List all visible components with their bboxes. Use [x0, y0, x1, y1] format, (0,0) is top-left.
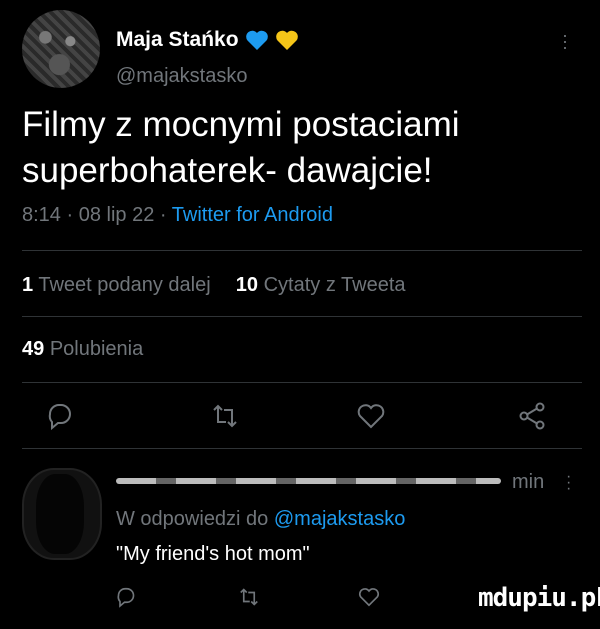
meta-separator: · — [66, 204, 74, 226]
retweet-icon — [213, 404, 237, 428]
scribble-overlay — [116, 478, 501, 484]
divider — [22, 316, 582, 317]
retweet-button[interactable] — [209, 400, 241, 432]
reply-like-button[interactable] — [357, 585, 381, 609]
engagement-stats-row: 1 Tweet podany dalej 10 Cytaty z Tweeta — [22, 274, 406, 297]
reply-reply-button[interactable] — [114, 585, 138, 609]
tweet-meta: 8:14 · 08 lip 22 · Twitter for Android — [22, 204, 333, 227]
meta-separator: · — [159, 204, 167, 226]
yellow-heart-icon — [275, 30, 298, 50]
heart-icon — [358, 588, 380, 607]
retweets-count: 1 — [22, 274, 34, 296]
replying-handle-link[interactable]: @majakstasko — [274, 508, 405, 530]
likes-count: 49 — [22, 338, 45, 360]
reply-retweet-button[interactable] — [237, 585, 261, 609]
heart-icon — [357, 404, 385, 429]
tweet-time: 8:14 — [22, 204, 61, 226]
divider — [22, 382, 582, 383]
likes-label: Polubienia — [49, 338, 144, 360]
replying-to-line: W odpowiedzi do @majakstasko — [116, 508, 405, 531]
tweet-action-bar — [0, 400, 600, 440]
quotes-label: Cytaty z Tweeta — [263, 274, 406, 296]
quotes-stat[interactable]: 10 Cytaty z Tweeta — [236, 274, 406, 296]
likes-stat[interactable]: 49 Polubienia — [22, 338, 143, 361]
share-button[interactable] — [516, 400, 548, 432]
quotes-count: 10 — [235, 274, 259, 296]
like-button[interactable] — [355, 400, 387, 432]
blue-heart-icon — [245, 30, 268, 50]
share-icon — [519, 402, 545, 430]
tweet-text: Filmy z mocnymi postaciami superbohatere… — [22, 105, 460, 190]
replying-prefix: W odpowiedzi do — [116, 508, 269, 530]
reply-text: "My friend's hot mom" — [116, 543, 310, 565]
retweet-icon — [240, 588, 258, 606]
retweets-stat[interactable]: 1 Tweet podany dalej — [22, 274, 211, 296]
reply-time[interactable]: min — [512, 471, 544, 494]
divider — [22, 448, 582, 449]
author-name[interactable]: Maja Stańko — [116, 28, 239, 52]
watermark: mdupiu.pL — [478, 583, 600, 613]
tweet-date: 08 lip 22 — [78, 204, 155, 226]
author-avatar[interactable] — [22, 10, 100, 88]
reply-author-name-obscured[interactable] — [116, 470, 506, 492]
more-options-icon[interactable]: · · · — [562, 26, 568, 56]
author-handle[interactable]: @majakstasko — [116, 65, 247, 88]
author-name-row[interactable]: Maja Stańko — [116, 28, 299, 52]
tweet-source-link[interactable]: Twitter for Android — [172, 204, 333, 226]
reply-button[interactable] — [44, 400, 76, 432]
reply-icon — [117, 587, 135, 608]
retweets-label: Tweet podany dalej — [38, 274, 211, 296]
divider — [22, 250, 582, 251]
reply-more-options-icon[interactable]: · · · — [566, 469, 571, 497]
reply-icon — [48, 404, 71, 431]
reply-author-avatar[interactable] — [22, 468, 102, 560]
